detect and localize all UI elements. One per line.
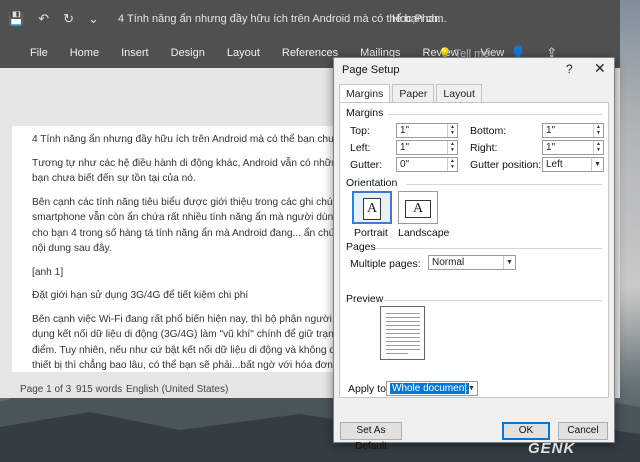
page-setup-dialog: Page Setup ? ✕ Margins Paper Layout Marg… <box>333 57 615 452</box>
doc-paragraph: cho bạn 4 trong số hàng tá tính năng ẩn … <box>32 227 342 239</box>
undo-icon[interactable]: ↶ <box>38 11 49 27</box>
redo-icon[interactable]: ↻ <box>63 11 74 27</box>
landscape-button[interactable]: A <box>398 191 438 224</box>
tab-home[interactable]: Home <box>70 47 99 59</box>
tab-margins[interactable]: Margins <box>339 84 391 104</box>
chevron-down-icon[interactable]: ▼ <box>465 382 477 395</box>
title-bar: 💾 ↶ ↻ ⌄ 4 Tính năng ẩn nhưng đầy hữu ích… <box>0 0 620 38</box>
help-button[interactable]: ? <box>566 62 573 76</box>
doc-paragraph: dụng kết nối dữ liệu di động (3G/4G) làm… <box>32 329 342 340</box>
right-label: Right: <box>470 142 498 154</box>
orientation-section-label: Orientation <box>346 177 398 189</box>
user-name[interactable]: Hoc Pham <box>392 13 443 25</box>
pages-section-label: Pages <box>346 241 376 253</box>
word-count[interactable]: 915 words <box>76 384 122 395</box>
right-margin-field[interactable]: 1" ▲ ▼ <box>542 140 604 155</box>
quick-access-toolbar: 💾 ↶ ↻ ⌄ <box>8 11 99 27</box>
gutter-position-value: Left <box>546 159 563 170</box>
top-margin-field[interactable]: 1" ▲ ▼ <box>396 123 458 138</box>
doc-paragraph: nội dung sau đây. <box>32 243 112 254</box>
apply-to-label: Apply to: <box>348 383 389 395</box>
doc-paragraph: Tương tự như các hệ điều hành di động kh… <box>32 157 342 169</box>
tab-design[interactable]: Design <box>171 47 205 59</box>
tab-references[interactable]: References <box>282 47 338 59</box>
bottom-label: Bottom: <box>470 125 507 137</box>
tab-file[interactable]: File <box>30 47 48 59</box>
spin-arrows-icon[interactable]: ▲ ▼ <box>447 141 457 154</box>
multiple-pages-select[interactable]: Normal ▼ <box>428 255 516 270</box>
close-button[interactable]: ✕ <box>594 60 606 77</box>
left-margin-value: 1" <box>400 142 410 153</box>
gutter-value: 0" <box>400 159 410 170</box>
language[interactable]: English (United States) <box>126 384 228 395</box>
doc-heading: 4 Tính năng ẩn nhưng đầy hữu ích trên An… <box>32 134 342 145</box>
bottom-margin-value: 1" <box>546 125 556 136</box>
doc-paragraph: điểm. Tuy nhiên, nếu như cứ bật kết nối … <box>32 344 342 356</box>
landscape-icon: A <box>405 200 431 218</box>
tab-insert[interactable]: Insert <box>121 47 149 59</box>
save-icon[interactable]: 💾 <box>8 11 24 27</box>
apply-to-value: Whole document <box>390 383 470 394</box>
gutter-field[interactable]: 0" ▲ ▼ <box>396 157 458 172</box>
page-preview <box>380 306 425 360</box>
tab-layout-dialog[interactable]: Layout <box>436 84 482 104</box>
ok-button[interactable]: OK <box>502 422 550 440</box>
doc-subheading: Đặt giới hạn sử dụng 3G/4G để tiết kiệm … <box>32 290 249 301</box>
chevron-down-icon[interactable]: ▼ <box>591 158 603 171</box>
document-content[interactable]: 4 Tính năng ẩn nhưng đầy hữu ích trên An… <box>32 132 342 372</box>
gutter-position-label: Gutter position: <box>470 159 542 171</box>
dialog-tabs: Margins Paper Layout <box>339 84 484 104</box>
multiple-pages-value: Normal <box>432 257 465 268</box>
doc-paragraph: Bên cạnh việc Wi-Fi đang rất phổ biến hi… <box>32 313 341 325</box>
spin-arrows-icon[interactable]: ▲ ▼ <box>447 124 457 137</box>
doc-image-placeholder: [anh 1] <box>32 266 64 278</box>
doc-paragraph: thiết bị thì chẳng bao lâu, có thể bạn s… <box>32 360 342 371</box>
left-label: Left: <box>350 142 371 154</box>
dialog-title: Page Setup <box>342 64 400 76</box>
chevron-down-icon[interactable]: ▼ <box>503 256 515 269</box>
document-page[interactable]: 4 Tính năng ẩn nhưng đầy hữu ích trên An… <box>12 126 342 372</box>
customize-qat-icon[interactable]: ⌄ <box>88 11 99 27</box>
spin-arrows-icon[interactable]: ▲ ▼ <box>447 158 457 171</box>
cancel-button[interactable]: Cancel <box>558 422 608 440</box>
margins-section-label: Margins <box>346 107 384 119</box>
tab-layout[interactable]: Layout <box>227 47 260 59</box>
top-label: Top: <box>350 125 370 137</box>
portrait-button[interactable]: A <box>352 191 392 224</box>
landscape-label: Landscape <box>398 227 450 239</box>
genk-watermark: GENK <box>528 440 576 457</box>
right-margin-value: 1" <box>546 142 556 153</box>
preview-section-label: Preview <box>346 293 384 305</box>
top-margin-value: 1" <box>400 125 410 136</box>
multiple-pages-label: Multiple pages: <box>350 258 421 270</box>
spin-arrows-icon[interactable]: ▲ ▼ <box>593 141 603 154</box>
set-as-default-button[interactable]: Set As Default <box>340 422 402 452</box>
portrait-label: Portrait <box>354 227 388 239</box>
doc-paragraph: Bên cạnh các tính năng tiêu biểu được gi… <box>32 196 342 208</box>
gutter-label: Gutter: <box>350 159 383 171</box>
doc-paragraph: smartphone vẫn còn ẩn chứa rất nhiều tín… <box>32 212 342 223</box>
spin-arrows-icon[interactable]: ▲ ▼ <box>593 124 603 137</box>
portrait-icon: A <box>363 198 381 220</box>
doc-paragraph: bạn chưa biết đến sự tồn tại của nó. <box>32 173 196 184</box>
gutter-position-select[interactable]: Left ▼ <box>542 157 604 172</box>
apply-to-select[interactable]: Whole document ▼ <box>386 381 478 396</box>
bottom-margin-field[interactable]: 1" ▲ ▼ <box>542 123 604 138</box>
page-count[interactable]: Page 1 of 3 <box>20 384 71 395</box>
tab-paper[interactable]: Paper <box>392 84 435 104</box>
left-margin-field[interactable]: 1" ▲ ▼ <box>396 140 458 155</box>
